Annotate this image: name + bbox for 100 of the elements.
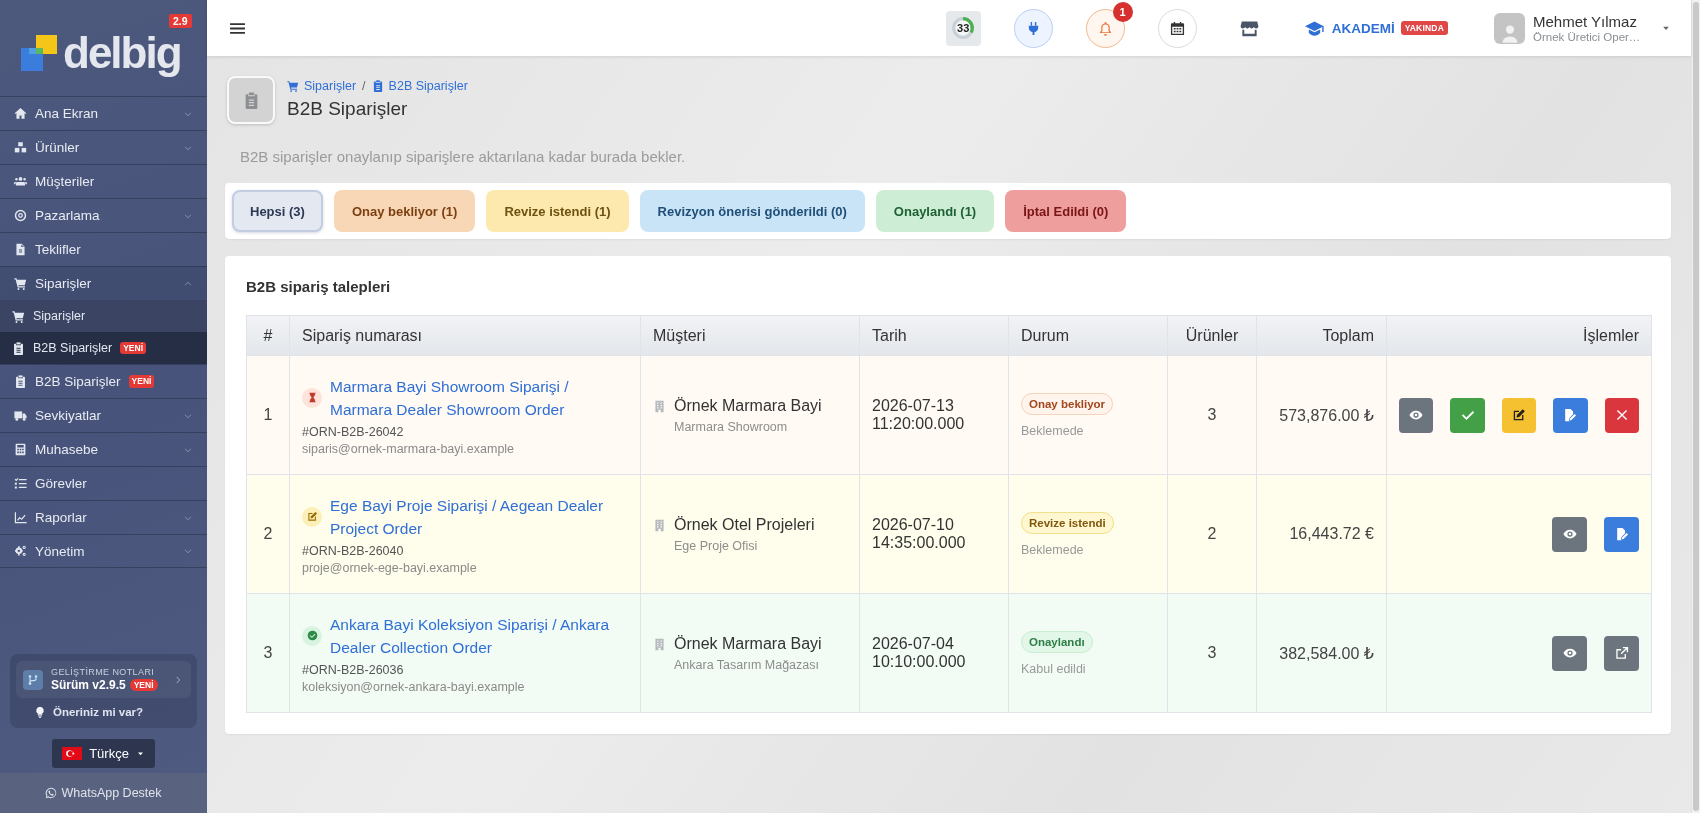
new-badge: YENİ — [120, 341, 147, 355]
filter-tab[interactable]: Onay bekliyor (1) — [333, 190, 476, 232]
progress-indicator[interactable]: 33 — [945, 10, 981, 46]
notifications-button[interactable] — [1085, 8, 1125, 48]
order-date: 2026-07-10 14:35:00.000 — [872, 515, 967, 553]
gears-icon — [14, 544, 27, 558]
clipboard-icon — [227, 76, 275, 124]
column-header: Tarih — [872, 326, 907, 344]
column-header: Ürünler — [1185, 326, 1239, 344]
breadcrumb-link[interactable]: Siparişler — [287, 78, 357, 93]
home-icon — [14, 107, 27, 120]
filter-tab[interactable]: Revize istendi (1) — [486, 190, 629, 232]
filter-tab[interactable]: İptal Edildi (0) — [1005, 190, 1127, 232]
hourglass-icon — [302, 387, 322, 408]
new-badge: YENİ — [129, 678, 158, 692]
eye-icon — [1562, 527, 1577, 541]
view-button[interactable] — [1552, 635, 1587, 671]
filter-tab[interactable]: Hepsi (3) — [232, 190, 323, 232]
order-date: 2026-07-13 11:20:00.000 — [872, 396, 966, 434]
filter-tab[interactable]: Onaylandı (1) — [875, 190, 995, 232]
item-count: 2 — [1207, 525, 1217, 542]
whatsapp-icon — [45, 787, 58, 799]
customer-name: Örnek Marmara Bayi — [674, 396, 822, 415]
customer-name: Örnek Otel Projeleri — [674, 515, 815, 534]
logo-text: delbig — [63, 31, 181, 75]
target-icon — [14, 209, 27, 222]
release-notes-link[interactable]: GELİŞTİRME NOTLARI Sürüm v2.9.5 YENİ — [16, 661, 191, 698]
document-icon — [14, 243, 27, 256]
column-header: Toplam — [1322, 326, 1374, 344]
column-header: # — [263, 326, 273, 344]
row-number: 1 — [263, 406, 273, 423]
order-title-link[interactable]: Marmara Bayi Showroom Siparişi / Marmara Dealer Showroom Order — [330, 374, 628, 421]
order-code: #ORN-B2B-26040 — [302, 543, 405, 558]
row-number: 3 — [263, 644, 273, 661]
release-version: Sürüm v2.9.5 — [51, 678, 126, 692]
filter-tab[interactable]: Revizyon önerisi gönderildi (0) — [639, 190, 865, 232]
progress-value: 33 — [957, 22, 970, 34]
building-icon — [653, 637, 666, 651]
status-badge: Revize istendi — [1021, 511, 1114, 534]
line-chart-icon — [14, 511, 27, 524]
lightbulb-icon — [34, 706, 46, 718]
calculator-icon — [14, 443, 27, 456]
view-button[interactable] — [1398, 397, 1434, 433]
order-email: proje@ornek-ege-bayi.example — [302, 560, 478, 575]
suggestion-link[interactable]: Öneriniz mi var? — [16, 706, 191, 718]
breadcrumb-separator: / — [362, 78, 366, 93]
checklist-icon — [14, 477, 27, 490]
academy-link[interactable]: AKADEMİ YAKINDA — [1304, 18, 1448, 38]
document-pen-icon — [1563, 408, 1578, 422]
document-pen-icon — [1614, 527, 1629, 541]
customer-branch: Ankara Tasarım Mağazası — [674, 657, 820, 672]
logo-squares-icon — [21, 35, 57, 71]
revise-button[interactable] — [1604, 516, 1639, 552]
plug-button[interactable] — [1013, 8, 1053, 48]
cart-icon — [12, 309, 25, 323]
user-name[interactable]: Mehmet Yılmaz — [1533, 13, 1655, 30]
status-note: Kabul edildi — [1021, 661, 1087, 676]
building-icon — [653, 518, 666, 532]
approve-button[interactable] — [1450, 397, 1485, 433]
revise-button[interactable] — [1553, 397, 1588, 433]
reject-button[interactable] — [1604, 397, 1639, 433]
edit-icon — [1512, 408, 1526, 422]
coming-soon-badge: YAKINDA — [1400, 21, 1448, 35]
store-button[interactable] — [1239, 18, 1259, 38]
order-title-link[interactable]: Ege Bayi Proje Siparişi / Aegean Dealer Project Order — [330, 493, 628, 540]
breadcrumb-link[interactable]: B2B Siparişler — [371, 78, 468, 93]
cart-icon — [287, 79, 299, 92]
notification-count: 1 — [1112, 1, 1133, 22]
eye-icon — [1409, 408, 1424, 422]
bell-icon — [1097, 20, 1113, 36]
column-header: Sipariş numarası — [302, 326, 423, 344]
check-icon — [1460, 408, 1475, 422]
language-button[interactable]: Türkçe — [52, 739, 155, 768]
release-notes-caption: GELİŞTİRME NOTLARI — [51, 667, 156, 677]
calendar-icon — [1169, 20, 1185, 36]
status-badge: Onay bekliyor — [1021, 392, 1114, 415]
order-email: siparis@ornek-marmara-bayi.example — [302, 441, 516, 456]
users-icon — [14, 175, 27, 188]
check-circle-icon — [302, 625, 322, 646]
sidebar-subitem[interactable]: B2B Siparişler YENİ — [0, 332, 207, 364]
item-count: 3 — [1207, 644, 1217, 661]
view-button[interactable] — [1552, 516, 1587, 552]
edit-icon — [302, 506, 322, 527]
open-button[interactable] — [1604, 635, 1639, 671]
sidebar-item[interactable]: B2B Siparişler YENİ — [0, 364, 207, 398]
whatsapp-support-link[interactable]: WhatsApp Destek — [0, 773, 207, 813]
caret-down-icon — [135, 749, 145, 758]
page-description: B2B siparişler onaylanıp siparişlere aktarılana kadar burada bekler. — [240, 148, 687, 165]
row-number: 2 — [263, 525, 273, 542]
cart-icon — [14, 277, 27, 290]
building-icon — [653, 399, 666, 413]
customer-branch: Marmara Showroom — [674, 419, 789, 434]
sidebar-item[interactable]: Siparişler — [0, 266, 207, 300]
calendar-button[interactable] — [1157, 8, 1197, 48]
order-title-link[interactable]: Ankara Bayi Koleksiyon Siparişi / Ankara Dealer Collection Order — [330, 612, 628, 659]
sidebar-item[interactable]: Yönetim — [0, 534, 207, 568]
close-icon — [1614, 408, 1629, 422]
card-title: B2B sipariş talepleri — [246, 278, 392, 295]
edit-button[interactable] — [1501, 397, 1537, 433]
sidebar-subitem[interactable]: Siparişler — [0, 300, 207, 332]
